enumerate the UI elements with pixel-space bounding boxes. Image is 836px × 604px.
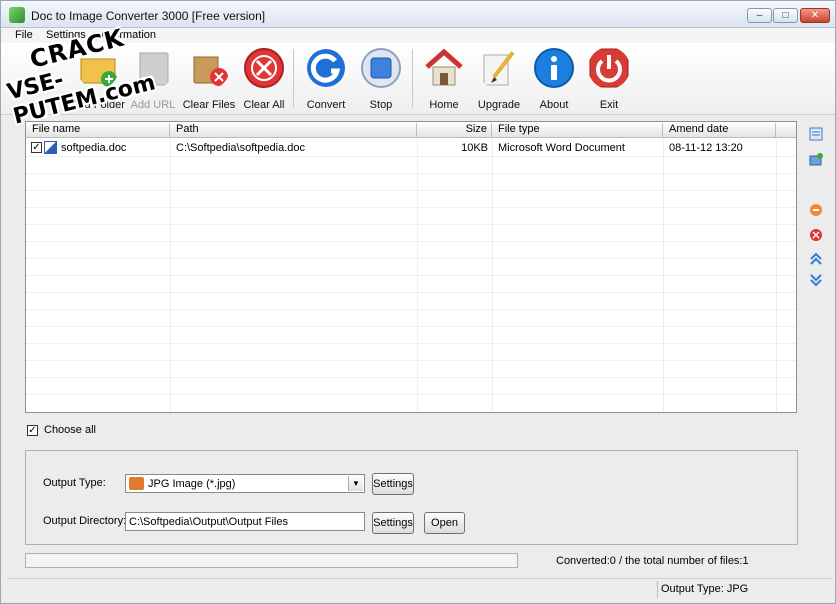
choose-all-checkbox[interactable]: ✓	[27, 425, 38, 436]
exit-label: Exit	[599, 99, 619, 111]
output-type-select[interactable]: JPG Image (*.jpg) ▼	[125, 474, 365, 493]
delete-icon[interactable]	[809, 228, 823, 242]
row-file-name: softpedia.doc	[61, 142, 127, 154]
close-button[interactable]: ✕	[800, 8, 830, 23]
about-icon	[534, 48, 574, 88]
clear-files-icon	[193, 56, 228, 86]
upgrade-label: Upgrade	[477, 99, 521, 111]
file-list[interactable]: File name Path Size File type Amend date…	[25, 121, 797, 413]
column-divider	[492, 139, 493, 412]
column-amend-date[interactable]: Amend date	[663, 123, 776, 138]
app-window: Doc to Image Converter 3000 [Free versio…	[0, 0, 836, 604]
output-type-label: Output Type:	[43, 477, 106, 489]
output-directory-settings-button[interactable]: Settings	[372, 512, 414, 534]
home-label: Home	[429, 99, 459, 111]
column-divider	[776, 139, 777, 412]
move-up-icon[interactable]	[809, 252, 823, 266]
home-icon	[425, 48, 463, 86]
column-divider	[663, 139, 664, 412]
add-folder-small-icon[interactable]	[809, 152, 823, 166]
upgrade-button[interactable]: Upgrade	[470, 47, 528, 113]
open-button[interactable]: Open	[424, 512, 465, 534]
column-divider	[417, 139, 418, 412]
maximize-button[interactable]: □	[773, 8, 798, 23]
upgrade-icon	[483, 49, 516, 86]
column-divider	[170, 139, 171, 412]
column-path[interactable]: Path	[170, 123, 417, 138]
row-divider	[26, 360, 796, 361]
row-path: C:\Softpedia\softpedia.doc	[176, 142, 306, 154]
exit-button[interactable]: Exit	[580, 47, 638, 113]
list-view-icon[interactable]	[809, 127, 823, 141]
output-type-settings-button[interactable]: Settings	[372, 473, 414, 495]
row-divider	[26, 343, 796, 344]
toolbar-separator	[293, 49, 294, 107]
about-button[interactable]: About	[525, 47, 583, 113]
file-list-header: File name Path Size File type Amend date	[26, 122, 796, 138]
exit-icon	[589, 48, 629, 88]
row-divider	[26, 190, 796, 191]
row-divider	[26, 173, 796, 174]
stop-label: Stop	[369, 99, 393, 111]
convert-icon	[307, 49, 345, 87]
row-size: 10KB	[461, 142, 488, 154]
row-divider	[26, 156, 796, 157]
app-icon	[9, 7, 25, 23]
minimize-button[interactable]: –	[747, 8, 772, 23]
table-row[interactable]: ✓ softpedia.doc C:\Softpedia\softpedia.d…	[26, 140, 796, 156]
row-divider	[26, 258, 796, 259]
row-divider	[26, 241, 796, 242]
column-size[interactable]: Size	[417, 123, 492, 138]
conversion-progress-bar	[25, 553, 518, 568]
output-type-value: JPG Image (*.jpg)	[148, 478, 236, 490]
stop-button[interactable]: Stop	[352, 47, 410, 113]
output-directory-field[interactable]: C:\Softpedia\Output\Output Files	[125, 512, 365, 531]
status-output-type: Output Type: JPG	[661, 583, 749, 595]
stop-icon	[361, 48, 401, 88]
row-divider	[26, 309, 796, 310]
row-divider	[26, 207, 796, 208]
row-divider	[26, 394, 796, 395]
convert-label: Convert	[306, 99, 346, 111]
column-file-type[interactable]: File type	[492, 123, 663, 138]
remove-icon[interactable]	[809, 203, 823, 217]
chevron-down-icon[interactable]: ▼	[348, 476, 363, 491]
clear-files-label: Clear Files	[182, 99, 236, 111]
row-divider	[26, 275, 796, 276]
clear-all-label: Clear All	[243, 99, 285, 111]
row-amend-date: 08-11-12 13:20	[669, 142, 743, 154]
converted-count: Converted:0 / the total number of files:…	[556, 555, 749, 567]
clear-all-button[interactable]: Clear All	[235, 47, 293, 113]
toolbar-separator	[412, 49, 413, 107]
status-separator	[657, 581, 658, 598]
home-button[interactable]: Home	[415, 47, 473, 113]
row-divider	[26, 377, 796, 378]
row-file-type: Microsoft Word Document	[498, 142, 625, 154]
camera-icon	[129, 477, 144, 490]
move-down-icon[interactable]	[809, 273, 823, 287]
output-directory-label: Output Directory:	[43, 515, 127, 527]
choose-all-label: Choose all	[44, 424, 96, 436]
about-label: About	[539, 99, 569, 111]
row-divider	[26, 326, 796, 327]
status-bar: Output Type: JPG	[7, 578, 833, 598]
row-divider	[26, 224, 796, 225]
row-checkbox[interactable]: ✓	[31, 142, 42, 153]
column-file-name[interactable]: File name	[26, 123, 170, 138]
convert-button[interactable]: Convert	[297, 47, 355, 113]
row-divider	[26, 292, 796, 293]
menu-file[interactable]: File	[15, 29, 33, 41]
clear-all-icon	[244, 48, 284, 88]
word-document-icon	[44, 141, 57, 154]
